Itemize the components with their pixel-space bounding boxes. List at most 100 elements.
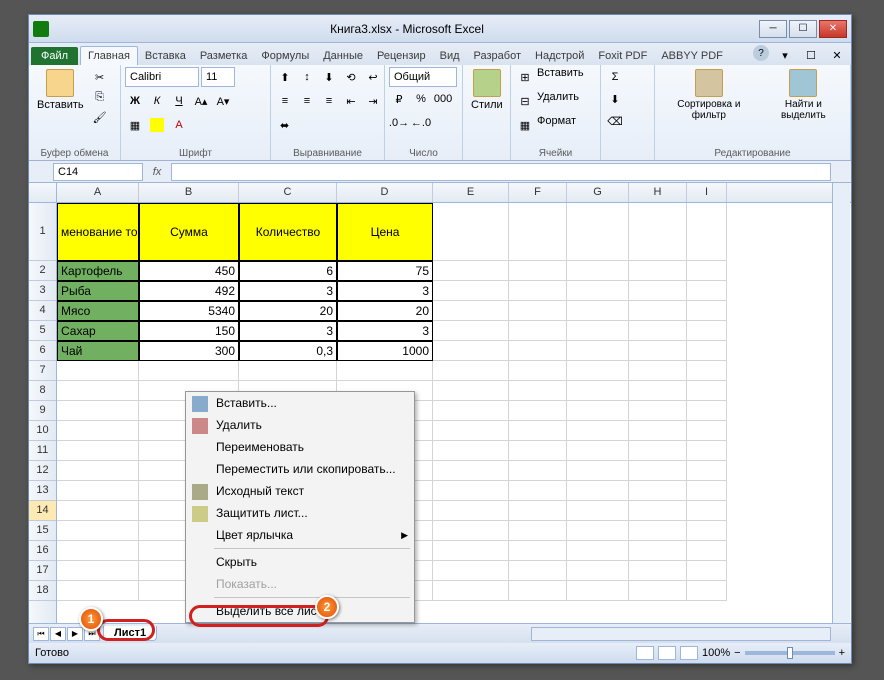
restore-inner-button[interactable]: ☐ (801, 45, 821, 65)
cell[interactable] (629, 581, 687, 601)
cell[interactable] (567, 401, 629, 421)
row-header[interactable]: 18 (29, 581, 56, 601)
cell[interactable]: Сахар (57, 321, 139, 341)
context-menu-item[interactable]: Переименовать (186, 436, 414, 458)
cell[interactable] (433, 401, 509, 421)
cell[interactable] (433, 261, 509, 281)
cell[interactable] (509, 321, 567, 341)
tab-formulas[interactable]: Формулы (254, 47, 316, 65)
row-header[interactable]: 14 (29, 501, 56, 521)
cell[interactable] (629, 281, 687, 301)
cell[interactable] (629, 203, 687, 261)
page-layout-view-button[interactable] (658, 646, 676, 660)
column-header[interactable]: F (509, 183, 567, 202)
cell[interactable]: Сумма (139, 203, 239, 261)
context-menu-item[interactable]: Цвет ярлычка▶ (186, 524, 414, 546)
cell[interactable] (567, 361, 629, 381)
cell[interactable]: 492 (139, 281, 239, 301)
cell[interactable] (57, 501, 139, 521)
cell[interactable] (567, 501, 629, 521)
help-icon[interactable]: ? (753, 45, 769, 61)
cell[interactable] (433, 321, 509, 341)
cell[interactable] (687, 561, 727, 581)
cell[interactable] (509, 581, 567, 601)
cell[interactable] (629, 481, 687, 501)
paste-button[interactable]: Вставить (33, 67, 88, 113)
cell-grid[interactable]: менование товСуммаКоличествоЦенаКартофел… (57, 203, 851, 623)
cell[interactable] (139, 361, 239, 381)
horizontal-scrollbar[interactable] (531, 627, 831, 641)
zoom-in-button[interactable]: + (839, 647, 845, 659)
context-menu-item[interactable]: Скрыть (186, 551, 414, 573)
tab-view[interactable]: Вид (433, 47, 467, 65)
cell[interactable] (567, 381, 629, 401)
align-left-button[interactable]: ≡ (275, 91, 295, 111)
cell[interactable] (567, 481, 629, 501)
cell[interactable]: Чай (57, 341, 139, 361)
context-menu-item[interactable]: Исходный текст (186, 480, 414, 502)
close-button[interactable]: ✕ (819, 20, 847, 38)
percent-button[interactable]: % (411, 89, 431, 109)
cell[interactable] (567, 261, 629, 281)
cell[interactable] (567, 461, 629, 481)
cell[interactable] (629, 421, 687, 441)
row-header[interactable]: 8 (29, 381, 56, 401)
first-sheet-button[interactable]: ⏮ (33, 627, 49, 641)
close-inner-button[interactable]: ✕ (827, 45, 847, 65)
cell[interactable]: Количество (239, 203, 337, 261)
cell[interactable] (509, 501, 567, 521)
cell[interactable] (629, 381, 687, 401)
cell[interactable] (57, 401, 139, 421)
column-header[interactable]: D (337, 183, 433, 202)
cell[interactable] (687, 481, 727, 501)
delete-cells-button[interactable]: Удалить (537, 91, 579, 111)
row-header[interactable]: 4 (29, 301, 56, 321)
cell[interactable] (337, 361, 433, 381)
context-menu-item[interactable]: Защитить лист... (186, 502, 414, 524)
cell[interactable] (687, 203, 727, 261)
cell[interactable] (433, 421, 509, 441)
cell[interactable] (509, 381, 567, 401)
wrap-text-button[interactable]: ↩ (363, 67, 383, 87)
cell[interactable] (433, 461, 509, 481)
font-size-select[interactable]: 11 (201, 67, 235, 87)
cell[interactable] (509, 261, 567, 281)
cell[interactable] (57, 361, 139, 381)
zoom-out-button[interactable]: − (734, 647, 740, 659)
align-middle-button[interactable]: ↕ (297, 67, 317, 87)
cell[interactable] (57, 441, 139, 461)
cell[interactable]: 450 (139, 261, 239, 281)
cell[interactable] (509, 301, 567, 321)
next-sheet-button[interactable]: ▶ (67, 627, 83, 641)
cell[interactable] (687, 581, 727, 601)
cell[interactable] (629, 321, 687, 341)
cell[interactable]: Цена (337, 203, 433, 261)
bold-button[interactable]: Ж (125, 91, 145, 111)
normal-view-button[interactable] (636, 646, 654, 660)
font-color-button[interactable]: A (169, 115, 189, 135)
tab-home[interactable]: Главная (80, 46, 138, 65)
align-center-button[interactable]: ≡ (297, 91, 317, 111)
align-right-button[interactable]: ≡ (319, 91, 339, 111)
row-header[interactable]: 5 (29, 321, 56, 341)
cell[interactable] (433, 501, 509, 521)
cell[interactable] (567, 421, 629, 441)
cell[interactable] (567, 541, 629, 561)
cell[interactable]: Картофель (57, 261, 139, 281)
cell[interactable] (629, 401, 687, 421)
sort-filter-button[interactable]: Сортировка и фильтр (659, 67, 759, 123)
row-header[interactable]: 1 (29, 203, 56, 261)
tab-abbyy[interactable]: ABBYY PDF (654, 47, 730, 65)
cell[interactable] (567, 203, 629, 261)
row-header[interactable]: 2 (29, 261, 56, 281)
cell[interactable] (687, 501, 727, 521)
cell[interactable] (433, 561, 509, 581)
cell[interactable]: 0,3 (239, 341, 337, 361)
cell[interactable] (433, 381, 509, 401)
tab-review[interactable]: Рецензир (370, 47, 433, 65)
column-header[interactable]: E (433, 183, 509, 202)
cell[interactable] (57, 561, 139, 581)
increase-decimal-button[interactable]: .0→ (389, 113, 409, 133)
column-header[interactable]: B (139, 183, 239, 202)
cell[interactable] (57, 541, 139, 561)
